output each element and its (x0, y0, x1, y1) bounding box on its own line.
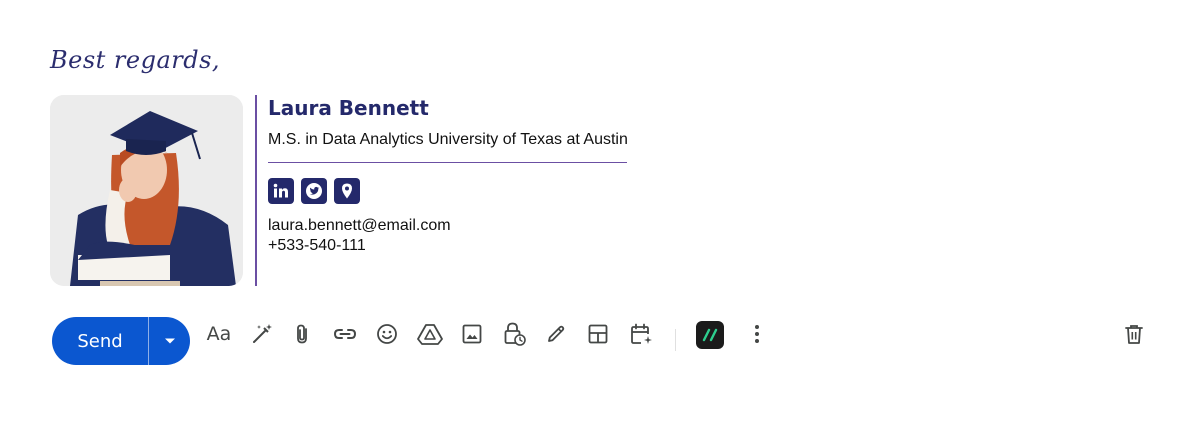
signature-phone[interactable]: +533-540-111 (268, 237, 366, 255)
drive-icon[interactable] (415, 319, 445, 349)
help-me-write-icon[interactable] (247, 319, 277, 349)
location-icon[interactable] (334, 178, 360, 204)
link-icon[interactable] (330, 319, 360, 349)
signature-name: Laura Bennett (268, 96, 429, 120)
formatting-options-button[interactable]: Aa (204, 319, 234, 349)
linkedin-icon[interactable] (268, 178, 294, 204)
send-button-group: Send (52, 317, 190, 365)
signature-degree: M.S. in Data Analytics University of Tex… (268, 131, 628, 148)
send-options-button[interactable] (149, 317, 190, 365)
layouts-icon[interactable] (583, 319, 613, 349)
signature-icon[interactable] (541, 319, 571, 349)
signature-divider-horizontal (268, 162, 627, 163)
confidential-mode-icon[interactable] (499, 319, 529, 349)
trash-icon[interactable] (1119, 319, 1149, 349)
more-options-icon[interactable] (742, 319, 772, 349)
extension-icon[interactable] (696, 321, 724, 349)
emoji-icon[interactable] (372, 319, 402, 349)
signature-email[interactable]: laura.bennett@email.com (268, 217, 451, 235)
send-button[interactable]: Send (52, 317, 148, 365)
signature-closing: Best regards, (50, 46, 221, 74)
profile-photo (50, 95, 243, 286)
social-links (268, 178, 360, 204)
twitter-icon[interactable] (301, 178, 327, 204)
signature-divider-vertical (255, 95, 257, 286)
chevron-down-icon (164, 338, 175, 344)
schedule-event-icon[interactable] (626, 319, 656, 349)
toolbar-divider (675, 329, 676, 351)
attach-icon[interactable] (287, 319, 317, 349)
photo-icon[interactable] (457, 319, 487, 349)
